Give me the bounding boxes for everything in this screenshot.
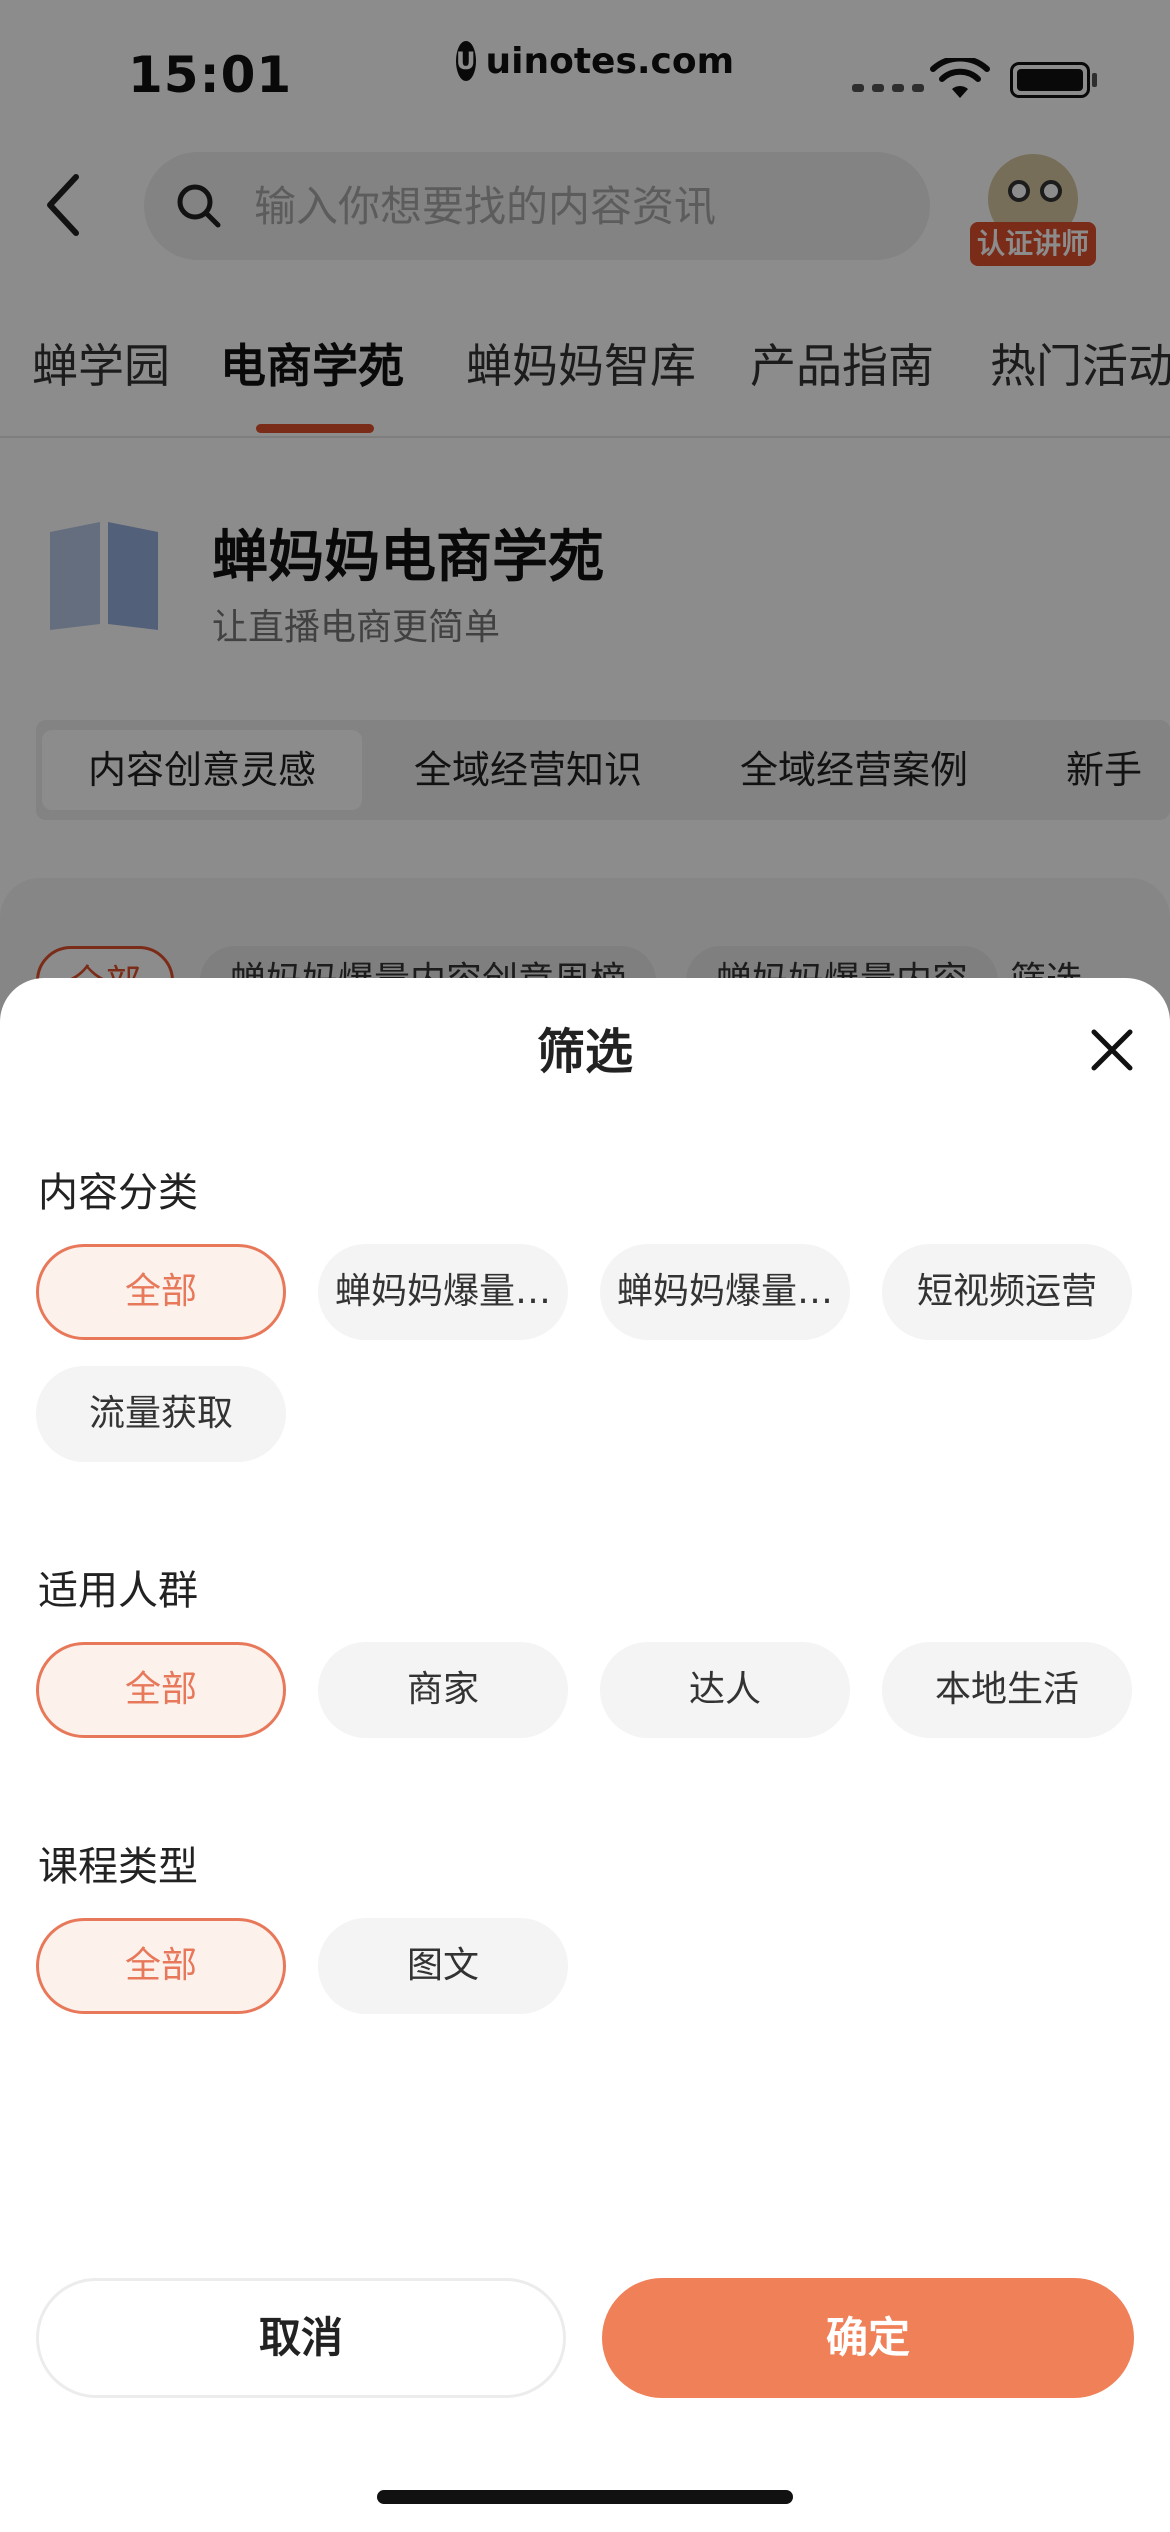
option-chip[interactable]: 蝉妈妈爆量… [318,1244,568,1340]
section-label-audience: 适用人群 [38,1568,198,1614]
option-chip[interactable]: 流量获取 [36,1366,286,1462]
option-chip[interactable]: 商家 [318,1642,568,1738]
sheet-title: 筛选 [536,1024,633,1080]
option-chip[interactable]: 全部 [36,1244,286,1340]
option-chip[interactable]: 全部 [36,1642,286,1738]
option-chip[interactable]: 图文 [318,1918,568,2014]
option-chip[interactable]: 全部 [36,1918,286,2014]
close-button[interactable] [1082,1020,1142,1080]
option-chip[interactable]: 短视频运营 [882,1244,1132,1340]
cancel-button[interactable]: 取消 [36,2278,566,2398]
confirm-button[interactable]: 确定 [602,2278,1134,2398]
close-icon [1091,1029,1133,1071]
section-label-course-type: 课程类型 [38,1844,198,1890]
option-chip[interactable]: 蝉妈妈爆量… [600,1244,850,1340]
option-chip[interactable]: 达人 [600,1642,850,1738]
section-label-content-category: 内容分类 [38,1170,198,1216]
home-indicator [377,2490,793,2504]
option-chip[interactable]: 本地生活 [882,1642,1132,1738]
